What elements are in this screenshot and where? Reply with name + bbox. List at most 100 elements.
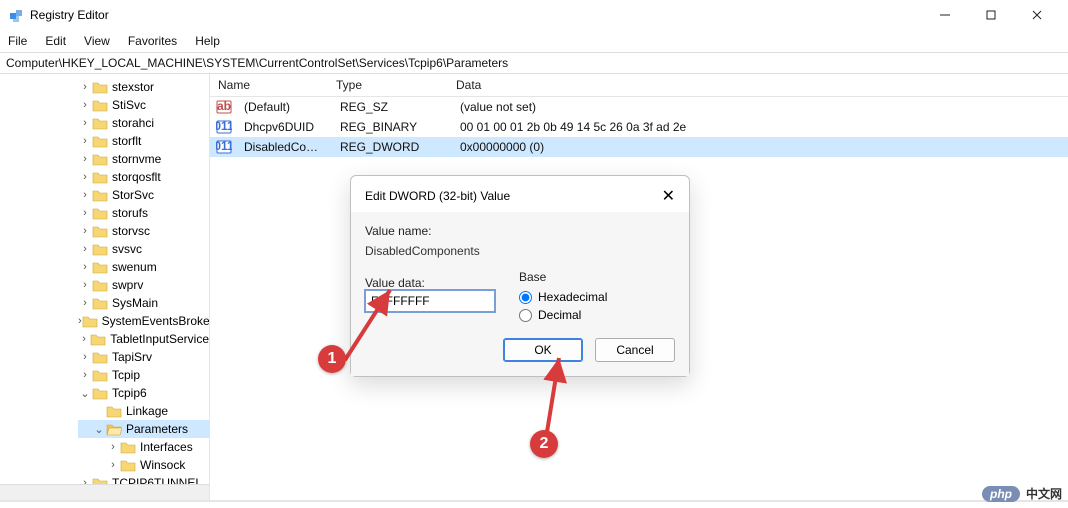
- tree-twist-icon[interactable]: ›: [78, 261, 92, 273]
- folder-icon: [92, 296, 108, 310]
- list-header: Name Type Data: [210, 74, 1068, 97]
- tree-twist-icon[interactable]: ›: [78, 351, 92, 363]
- tree-view[interactable]: ›stexstor›StiSvc›storahci›storflt›stornv…: [0, 74, 210, 501]
- close-button[interactable]: [1014, 0, 1060, 30]
- regedit-icon: [8, 7, 24, 23]
- folder-icon: [106, 422, 122, 436]
- minimize-button[interactable]: [922, 0, 968, 30]
- menu-edit[interactable]: Edit: [43, 32, 68, 50]
- radio-dec-input[interactable]: [519, 309, 532, 322]
- list-row[interactable]: 011Dhcpv6DUIDREG_BINARY00 01 00 01 2b 0b…: [210, 117, 1068, 137]
- tree-item[interactable]: ›storufs: [78, 204, 209, 222]
- tree-item[interactable]: ⌄Tcpip6: [78, 384, 209, 402]
- folder-icon: [92, 170, 108, 184]
- tree-item[interactable]: › Winsock: [78, 456, 209, 474]
- tree-twist-icon[interactable]: ›: [78, 171, 92, 183]
- tree-twist-icon[interactable]: ›: [78, 81, 92, 93]
- tree-item[interactable]: ›StorSvc: [78, 186, 209, 204]
- tree-twist-icon[interactable]: ›: [78, 243, 92, 255]
- radio-decimal[interactable]: Decimal: [519, 308, 607, 322]
- tree-twist-icon[interactable]: ⌄: [78, 387, 92, 400]
- address-bar[interactable]: Computer\HKEY_LOCAL_MACHINE\SYSTEM\Curre…: [0, 52, 1068, 74]
- radio-hex-input[interactable]: [519, 291, 532, 304]
- folder-icon: [92, 134, 108, 148]
- tree-item[interactable]: › Interfaces: [78, 438, 209, 456]
- folder-icon: [90, 332, 106, 346]
- value-data-input[interactable]: [365, 290, 495, 312]
- tree-item-label: SysMain: [112, 296, 158, 310]
- tree-twist-icon[interactable]: ›: [78, 369, 92, 381]
- tree-item-label: svsvc: [112, 242, 142, 256]
- tree-twist-icon[interactable]: ›: [78, 333, 90, 345]
- folder-icon: [120, 440, 136, 454]
- folder-icon: [120, 458, 136, 472]
- tree-twist-icon[interactable]: ⌄: [92, 423, 106, 436]
- tree-item[interactable]: ›swenum: [78, 258, 209, 276]
- tree-twist-icon[interactable]: ›: [78, 297, 92, 309]
- maximize-button[interactable]: [968, 0, 1014, 30]
- cell-name: Dhcpv6DUID: [236, 120, 332, 134]
- folder-icon: [92, 242, 108, 256]
- list-row[interactable]: 011DisabledCompo...REG_DWORD0x00000000 (…: [210, 137, 1068, 157]
- svg-text:ab: ab: [217, 99, 231, 113]
- tree-item[interactable]: ›Tcpip: [78, 366, 209, 384]
- tree-twist-icon[interactable]: ›: [106, 459, 120, 471]
- tree-item[interactable]: ›storahci: [78, 114, 209, 132]
- menu-help[interactable]: Help: [193, 32, 222, 50]
- tree-twist-icon[interactable]: ›: [78, 135, 92, 147]
- tree-item-label: Winsock: [140, 458, 185, 472]
- tree-item[interactable]: ›TapiSrv: [78, 348, 209, 366]
- folder-icon: [82, 314, 98, 328]
- tree-twist-icon[interactable]: ›: [78, 189, 92, 201]
- folder-icon: [92, 368, 108, 382]
- tree-item[interactable]: › storvsc: [78, 222, 209, 240]
- col-header-name[interactable]: Name: [210, 78, 328, 92]
- tree-twist-icon[interactable]: ›: [78, 153, 92, 165]
- tree-item[interactable]: ›stornvme: [78, 150, 209, 168]
- tree-item-label: Linkage: [126, 404, 168, 418]
- edit-dword-dialog: Edit DWORD (32-bit) Value ✕ Value name: …: [350, 175, 690, 377]
- tree-twist-icon[interactable]: ›: [106, 441, 120, 453]
- list-row[interactable]: ab(Default)REG_SZ(value not set): [210, 97, 1068, 117]
- tree-item[interactable]: › swprv: [78, 276, 209, 294]
- folder-icon: [92, 224, 108, 238]
- ok-button[interactable]: OK: [503, 338, 583, 362]
- tree-twist-icon[interactable]: ›: [78, 225, 92, 237]
- binary-value-icon: 011: [216, 119, 232, 135]
- tree-twist-icon[interactable]: ›: [78, 279, 92, 291]
- col-header-type[interactable]: Type: [328, 78, 448, 92]
- cancel-button[interactable]: Cancel: [595, 338, 675, 362]
- tree-item[interactable]: › SysMain: [78, 294, 209, 312]
- tree-horizontal-scrollbar[interactable]: [0, 484, 209, 500]
- tree-item[interactable]: ›stexstor: [78, 78, 209, 96]
- folder-icon: [92, 152, 108, 166]
- folder-icon: [92, 116, 108, 130]
- tree-item[interactable]: ›SystemEventsBroker: [78, 312, 209, 330]
- tree-item[interactable]: Linkage: [78, 402, 209, 420]
- cell-data: 00 01 00 01 2b 0b 49 14 5c 26 0a 3f ad 2…: [452, 120, 1068, 134]
- radio-hexadecimal[interactable]: Hexadecimal: [519, 290, 607, 304]
- tree-item[interactable]: ›storqosflt: [78, 168, 209, 186]
- cell-type: REG_DWORD: [332, 140, 452, 154]
- tree-twist-icon[interactable]: ›: [78, 207, 92, 219]
- tree-item-label: TabletInputService: [110, 332, 209, 346]
- tree-twist-icon[interactable]: ›: [78, 99, 92, 111]
- tree-item[interactable]: ⌄Parameters: [78, 420, 209, 438]
- tree-item-label: swprv: [112, 278, 143, 292]
- tree-twist-icon[interactable]: ›: [78, 117, 92, 129]
- cell-data: 0x00000000 (0): [452, 140, 1068, 154]
- col-header-data[interactable]: Data: [448, 78, 1068, 92]
- tree-item[interactable]: › svsvc: [78, 240, 209, 258]
- menu-view[interactable]: View: [82, 32, 112, 50]
- dialog-close-button[interactable]: ✕: [662, 186, 675, 206]
- tree-item[interactable]: › TabletInputService: [78, 330, 209, 348]
- menu-favorites[interactable]: Favorites: [126, 32, 179, 50]
- folder-icon: [92, 278, 108, 292]
- tree-item[interactable]: ›storflt: [78, 132, 209, 150]
- tree-item[interactable]: ›StiSvc: [78, 96, 209, 114]
- window-title: Registry Editor: [30, 8, 109, 22]
- menu-file[interactable]: File: [6, 32, 29, 50]
- watermark-brand: php: [982, 486, 1020, 502]
- tree-item-label: storvsc: [112, 224, 150, 238]
- tree-item-label: Interfaces: [140, 440, 193, 454]
